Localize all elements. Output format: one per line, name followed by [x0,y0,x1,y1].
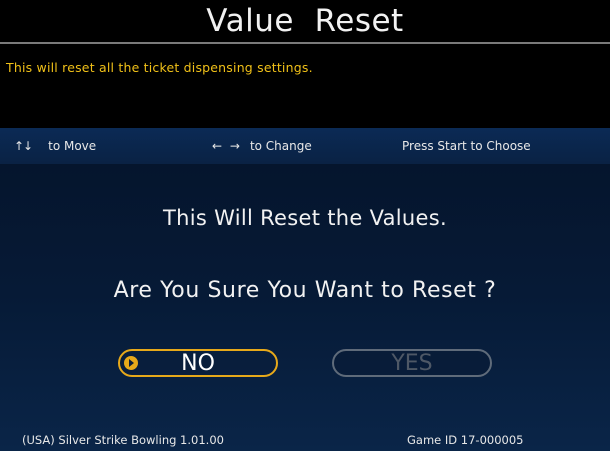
page-title: Value Reset [206,3,404,39]
game-info: (USA) Silver Strike Bowling 1.01.00 [22,433,224,447]
choose-hint-label: Press Start to Choose [402,139,531,153]
no-button-label: NO [181,351,215,376]
move-hint: ↑↓ to Move [14,128,96,164]
yes-button-label: YES [391,351,433,376]
no-button[interactable]: NO [118,349,278,377]
navigation-hint-bar: ↑↓ to Move ← → to Change Press Start to Ch… [0,128,610,164]
move-hint-label: to Move [48,139,97,153]
play-circle-icon [124,356,138,370]
change-hint-label: to Change [249,139,312,153]
title-bar: Value Reset [0,0,610,44]
reset-question: Are You Sure You Want to Reset ? [113,278,497,303]
description-text: This will reset all the ticket dispensin… [6,60,313,75]
left-right-arrows-icon: ← → [212,139,242,153]
up-down-arrows-icon: ↑↓ [14,139,33,153]
reset-message: This Will Reset the Values. [163,206,447,230]
game-id: Game ID 17-000005 [407,433,524,447]
change-hint: ← → to Change [212,128,312,164]
yes-button[interactable]: YES [332,349,492,377]
value-reset-screen: Value Reset This will reset all the tick… [0,0,610,451]
choose-hint: Press Start to Choose [402,128,531,164]
confirmation-panel: This Will Reset the Values. Are You Sure… [0,164,610,451]
